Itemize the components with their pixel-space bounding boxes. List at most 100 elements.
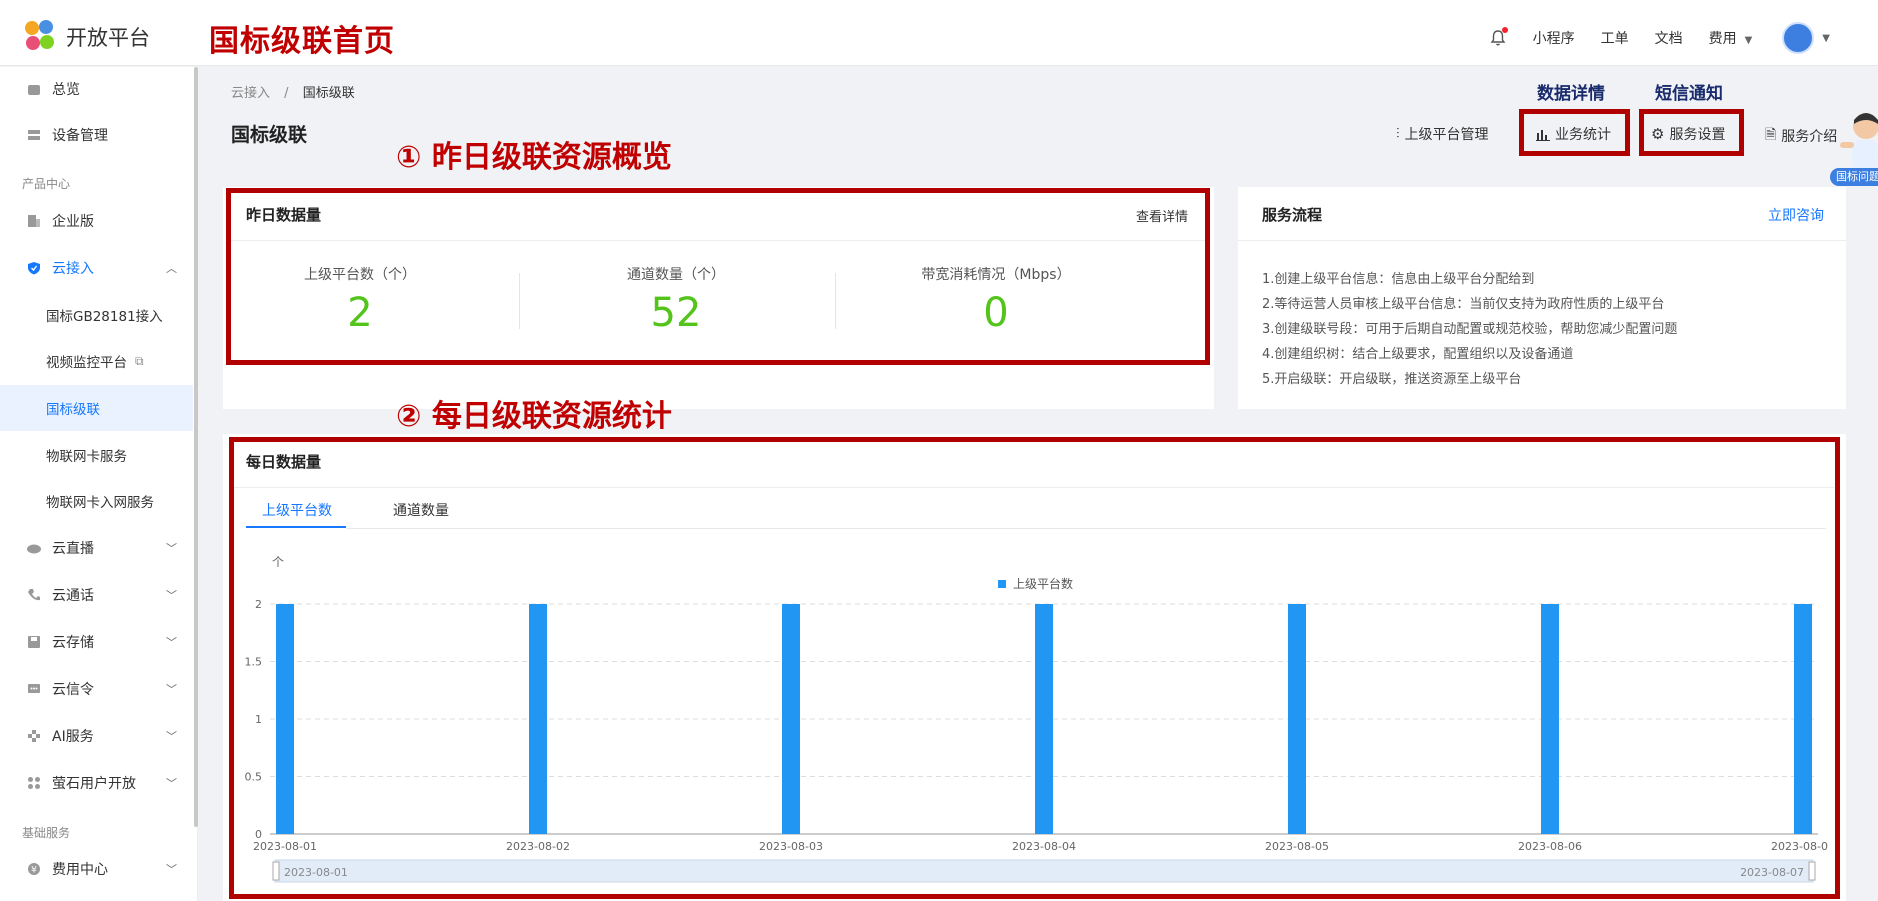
x-tick-label: 2023-08-02 [506,840,570,853]
sidebar-item-billing[interactable]: ¥ 费用中心 ﹀ [0,846,193,892]
yen-icon: ¥ [26,861,42,877]
flow-step-1: 1.创建上级平台信息：信息由上级平台分配给到 [1262,272,1535,287]
breadcrumb-sep: / [284,86,289,101]
breadcrumb-parent[interactable]: 云接入 [231,86,270,101]
flow-step-5: 5.开启级联：开启级联，推送资源至上级平台 [1262,372,1522,387]
sidebar-sub-iot-card[interactable]: 物联网卡服务 [0,432,193,478]
sidebar-item-signal[interactable]: 云信令 ﹀ [0,666,193,712]
sidebar-item-storage[interactable]: 云存储 ﹀ [0,619,193,665]
sidebar-item-enterprise[interactable]: 企业版 [0,198,193,244]
sidebar-group-product: 产品中心 [22,177,71,191]
sliders-icon: ⫶ [1396,126,1400,142]
sidebar-item-live[interactable]: 云直播 ﹀ [0,525,193,571]
sidebar-sub-gb28181[interactable]: 国标GB28181接入 [0,292,193,338]
sidebar-item-label: AI服务 [52,729,94,745]
legend-swatch [998,580,1006,588]
nav-ticket[interactable]: 工单 [1601,28,1629,48]
sidebar-item-user-open[interactable]: 萤石用户开放 ﹀ [0,760,193,806]
annotation-page-title: 国标级联首页 [209,24,395,59]
message-icon [26,681,42,697]
bar [529,604,547,834]
bar [1794,604,1812,834]
sidebar-item-label: 云通话 [52,588,94,604]
help-assistant[interactable]: 国标问题 [1830,108,1878,188]
y-tick-label: 1 [255,713,262,726]
sidebar-sub-label: 视频监控平台 [46,355,127,371]
flow-step-3: 3.创建级联号段：可用于后期自动配置或规范校验，帮助您减少配置问题 [1262,322,1678,337]
sidebar-scrollbar[interactable] [194,67,198,827]
daily-bar-chart: 个上级平台数00.511.522023-08-01 2023-08-02 2023-… [245,555,1828,883]
chevron-down-icon: ﹀ [166,863,177,876]
business-stats-label: 业务统计 [1555,127,1611,143]
tab-platforms[interactable]: 上级平台数 [262,500,332,520]
sidebar-item-overview[interactable]: 总览 [0,66,193,112]
sidebar-item-label: 设备管理 [52,128,108,144]
stat-value-bandwidth: 0 [983,290,1009,336]
phone-icon [26,587,42,603]
annotation-section1: ① 昨日级联资源概览 [396,140,672,175]
x-tick-label: 2023-08-01 [253,840,317,853]
service-settings-button[interactable]: ⚙ 服务设置 [1651,124,1725,144]
top-nav: 小程序 工单 文档 费用 ▼ ▼ [1489,22,1830,54]
view-detail-link[interactable]: 查看详情 [1136,206,1188,225]
stat-label-channels: 通道数量（个） [627,267,725,283]
app: 开放平台 国标级联首页 小程序 工单 文档 费用 ▼ ▼ 总览 设备管理 产品中心… [0,0,1878,901]
flow-step-4: 4.创建组织树：结合上级要求，配置组织以及设备通道 [1262,347,1574,362]
bar [782,604,800,834]
sidebar-item-device-mgmt[interactable]: 设备管理 [0,112,193,158]
avatar[interactable] [1782,22,1815,54]
document-icon: 🗎 [1765,127,1777,143]
sidebar-sub-video-platform[interactable]: 视频监控平台 ⧉ [0,338,193,384]
sidebar-item-label: 企业版 [52,214,94,230]
nav-docs[interactable]: 文档 [1655,28,1683,48]
platform-mgmt-button[interactable]: ⫶ 上级平台管理 [1396,124,1489,144]
sidebar-item-label: 总览 [52,82,80,98]
x-tick-label: 2023-08-03 [759,840,823,853]
divider [835,273,836,329]
sidebar-sub-gb-cascade[interactable]: 国标级联 [0,385,193,431]
stat-label-bandwidth: 带宽消耗情况（Mbps） [921,267,1071,283]
chevron-up-icon: ︿ [166,262,177,275]
x-tick-label: 2023-08-05 [1265,840,1329,853]
legend-label: 上级平台数 [1013,576,1073,591]
nav-mini-program[interactable]: 小程序 [1533,28,1575,48]
divider [231,240,1205,241]
sidebar-item-label: 萤石用户开放 [52,776,136,792]
sidebar-item-label: 云信令 [52,682,94,698]
device-icon [26,127,42,143]
x-tick-label: 2023-08-06 [1518,840,1582,853]
sidebar-sub-iot-card-net[interactable]: 物联网卡入网服务 [0,478,193,524]
bar-chart-icon [1536,130,1550,141]
help-badge[interactable]: 国标问题 [1830,168,1878,186]
sidebar-item-label: 云直播 [52,541,94,557]
chevron-down-icon: ﹀ [166,542,177,555]
gear-icon: ⚙ [1651,125,1665,143]
logo-icon [25,20,54,50]
breadcrumb: 云接入 / 国标级联 [231,82,355,101]
bell-icon[interactable] [1489,27,1508,47]
chevron-down-icon: ﹀ [166,683,177,696]
sidebar-item-label: 云存储 [52,635,94,651]
chevron-down-icon: ▼ [1744,35,1753,46]
sidebar-item-label: 云接入 [52,261,94,277]
x-tick-label: 2023-08-04 [1012,840,1076,853]
business-stats-button[interactable]: 业务统计 [1536,124,1611,144]
stat-value-channels: 52 [650,290,702,336]
tab-channels[interactable]: 通道数量 [393,500,449,520]
sidebar-item-call[interactable]: 云通话 ﹀ [0,572,193,618]
svg-text:¥: ¥ [31,866,37,876]
y-tick-label: 0.5 [245,771,263,784]
avatar-chevron-down-icon[interactable]: ▼ [1822,33,1830,44]
consult-link[interactable]: 立即咨询 [1768,205,1824,225]
nav-fees[interactable]: 费用 ▼ [1709,28,1753,48]
sidebar-item-ai[interactable]: AI服务 ﹀ [0,713,193,759]
top-bar: 开放平台 国标级联首页 小程序 工单 文档 费用 ▼ ▼ [0,0,1878,66]
service-intro-button[interactable]: 🗎 服务介绍 [1765,124,1837,148]
range-start-label: 2023-08-01 [284,866,348,879]
bar [1288,604,1306,834]
service-settings-label: 服务设置 [1669,127,1726,143]
bar [1035,604,1053,834]
sidebar-item-cloud-access[interactable]: 云接入 ︿ [0,245,193,291]
y-tick-label: 2 [255,598,262,611]
chevron-down-icon: ﹀ [166,730,177,743]
